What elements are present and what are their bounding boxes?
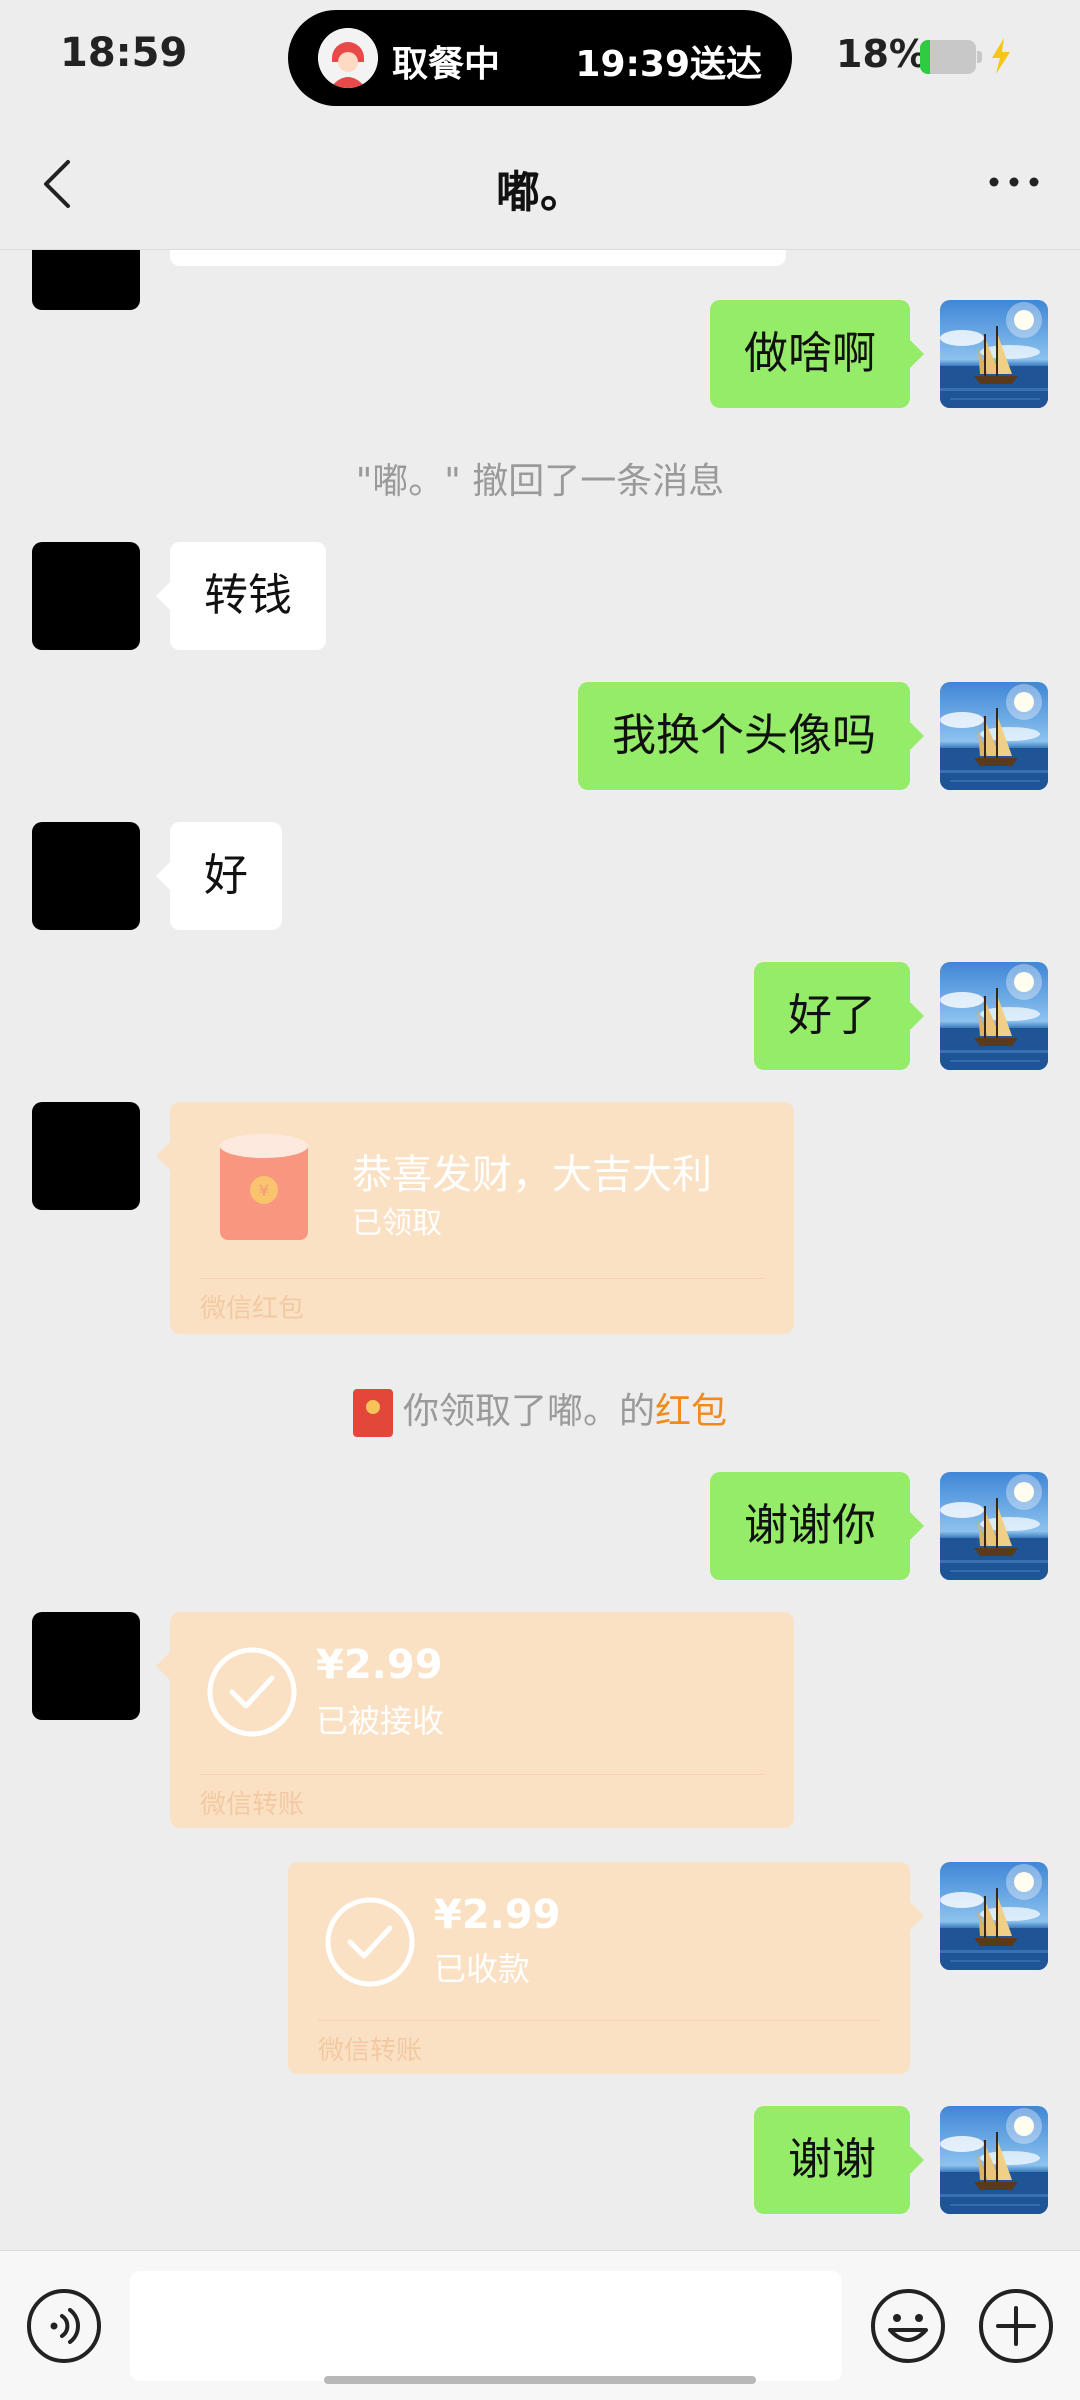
rider-icon [318,28,378,88]
small-red-packet-icon [352,1389,393,1437]
red-packet-status: 已领取 [352,1206,442,1241]
my-message-bubble[interactable]: 谢谢你 [710,1472,924,1580]
transfer-card-received[interactable]: ¥2.99 已被接收 微信转账 [156,1612,794,1828]
voice-icon[interactable] [26,2288,102,2364]
my-avatar[interactable] [940,682,1048,790]
red-packet-footer: 微信红包 [200,1294,305,1324]
transfer-status: 已收款 [434,1950,531,1988]
my-avatar[interactable] [940,1862,1048,1970]
transfer-card-collected[interactable]: ¥2.99 已收款 微信转账 [288,1862,924,2074]
more-dots-icon[interactable] [986,170,1042,194]
red-packet-card[interactable]: ¥ 恭喜发财，大吉大利 已领取 微信红包 [156,1102,794,1334]
contact-message-bubble[interactable]: 好 [156,822,282,930]
home-indicator[interactable] [324,2376,756,2384]
status-time: 18:59 [60,30,188,76]
message-list[interactable]: 做啥啊 "嘟。" 撤回了一条消息 转钱 我换个头像吗 好 好了 ¥ 恭喜发财，大… [0,250,1080,2250]
my-avatar[interactable] [940,2106,1048,2214]
red-packet-notice-text: 你领取了嘟。的 [402,1391,655,1432]
transfer-footer: 微信转账 [318,2036,423,2066]
check-circle-icon [325,1897,415,1987]
contact-message-bubble[interactable]: 转钱 [156,542,326,650]
status-bar: 18:59 取餐中 19:39送达 18% [0,0,1080,118]
my-avatar[interactable] [940,300,1048,408]
my-avatar[interactable] [940,962,1048,1070]
delivery-island[interactable]: 取餐中 19:39送达 [288,10,792,106]
my-message-bubble[interactable]: 谢谢 [754,2106,924,2214]
my-message-bubble[interactable]: 我换个头像吗 [578,682,924,790]
battery-icon [920,40,982,74]
red-packet-link[interactable]: 红包 [655,1391,727,1432]
delivery-status: 取餐中 [392,44,501,85]
recall-notice: "嘟。" 撤回了一条消息 [355,461,725,502]
emoji-icon[interactable] [870,2288,946,2364]
contact-avatar[interactable] [32,1612,140,1720]
svg-text:¥: ¥ [259,1181,269,1200]
transfer-status: 已被接收 [316,1702,445,1740]
plus-icon[interactable] [978,2288,1054,2364]
contact-avatar[interactable] [32,1102,140,1210]
message-bubble-partial[interactable] [170,250,786,266]
red-packet-icon: ¥ [220,1134,308,1240]
my-message-bubble[interactable]: 好了 [754,962,924,1070]
battery-level [920,40,931,74]
my-message-bubble[interactable]: 做啥啊 [710,300,924,408]
my-avatar[interactable] [940,1472,1048,1580]
check-circle-icon [207,1647,297,1737]
message-input[interactable] [130,2271,842,2381]
transfer-amount: ¥2.99 [316,1642,443,1688]
transfer-amount: ¥2.99 [434,1892,561,1938]
red-packet-notice: 你领取了嘟。的红包 [0,1382,1080,1437]
transfer-footer: 微信转账 [200,1790,305,1820]
charging-bolt-icon [992,38,1010,74]
input-bar [0,2250,1080,2400]
contact-avatar[interactable] [32,822,140,930]
chat-title: 嘟。 [496,167,584,218]
contact-avatar[interactable] [32,542,140,650]
delivery-eta: 19:39送达 [575,44,762,85]
contact-avatar[interactable] [32,250,140,310]
chat-header: 嘟。 [0,118,1080,250]
red-packet-wish: 恭喜发财，大吉大利 [352,1152,712,1198]
battery-percent: 18% [836,32,927,76]
